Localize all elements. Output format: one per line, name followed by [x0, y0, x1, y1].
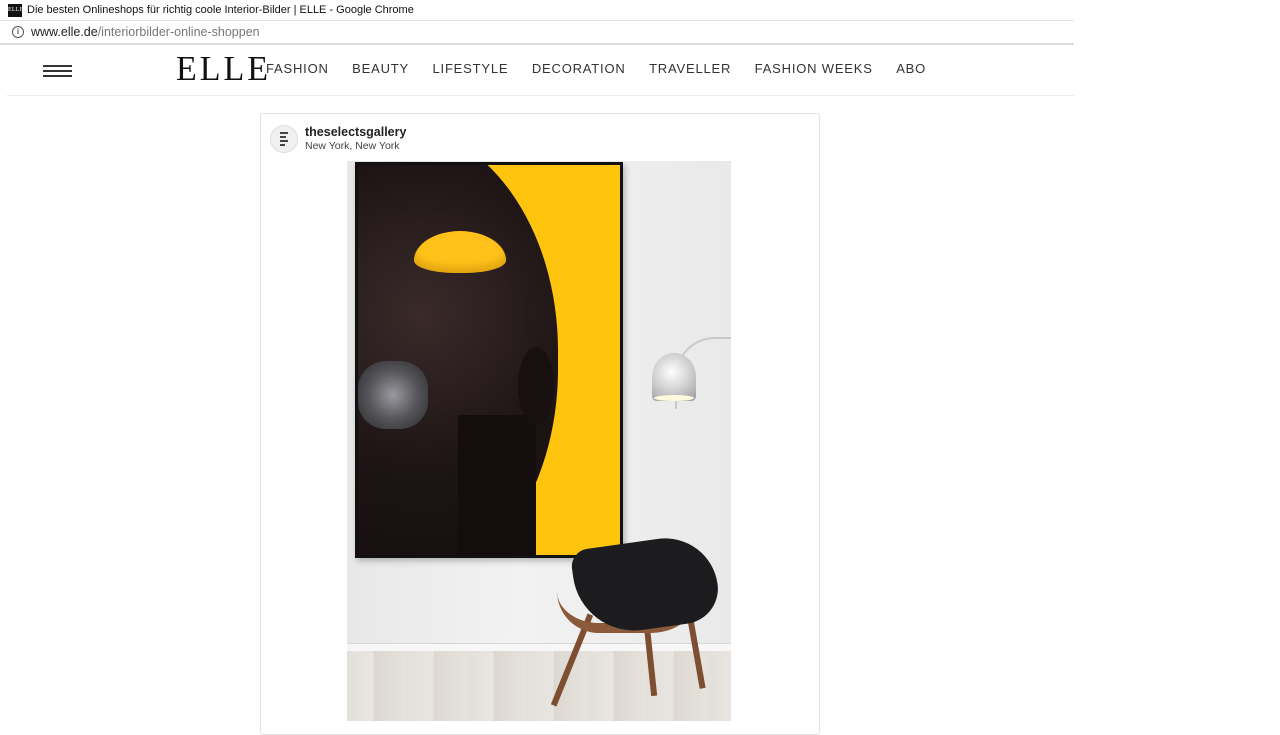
post-image[interactable] [347, 161, 731, 721]
url-host: www.elle.de [31, 25, 98, 39]
silver-lips [358, 361, 428, 429]
post-location[interactable]: New York, New York [305, 140, 400, 152]
nav-item-lifestyle[interactable]: LIFESTYLE [433, 61, 509, 76]
portrait-ear [518, 347, 554, 425]
instagram-embed-card: theselectsgallery New York, New York [260, 113, 820, 735]
nav-item-fashion[interactable]: FASHION [266, 61, 329, 76]
nav-item-decoration[interactable]: DECORATION [532, 61, 626, 76]
artwork-canvas [358, 165, 620, 555]
main-nav: FASHION BEAUTY LIFESTYLE DECORATION TRAV… [266, 61, 950, 76]
info-icon[interactable]: i [12, 26, 24, 38]
elle-favicon-icon: ELLE [8, 3, 23, 17]
post-username[interactable]: theselectsgallery [305, 125, 406, 139]
wooden-floor [347, 651, 731, 721]
address-bar[interactable]: i www.elle.de/interiorbilder-online-shop… [0, 21, 1074, 45]
framed-artwork [355, 162, 623, 558]
url-text[interactable]: www.elle.de/interiorbilder-online-shoppe… [31, 25, 260, 39]
lamp-light [654, 395, 694, 401]
elle-logo[interactable]: ELLE [176, 51, 271, 89]
hamburger-menu-icon[interactable] [43, 65, 72, 77]
site-header: ELLE FASHION BEAUTY LIFESTYLE DECORATION… [7, 46, 1074, 96]
portrait-neck [458, 415, 536, 555]
lamp-shade [652, 353, 696, 401]
nav-item-fashion-weeks[interactable]: FASHION WEEKS [755, 61, 873, 76]
nav-item-abo[interactable]: ABO [896, 61, 926, 76]
url-path: /interiorbilder-online-shoppen [97, 25, 260, 39]
browser-title-bar: ELLE Die besten Onlineshops für richtig … [0, 0, 1074, 21]
nav-item-traveller[interactable]: TRAVELLER [649, 61, 731, 76]
nav-item-beauty[interactable]: BEAUTY [352, 61, 409, 76]
window-title: Die besten Onlineshops für richtig coole… [27, 4, 414, 16]
avatar[interactable] [270, 125, 298, 153]
